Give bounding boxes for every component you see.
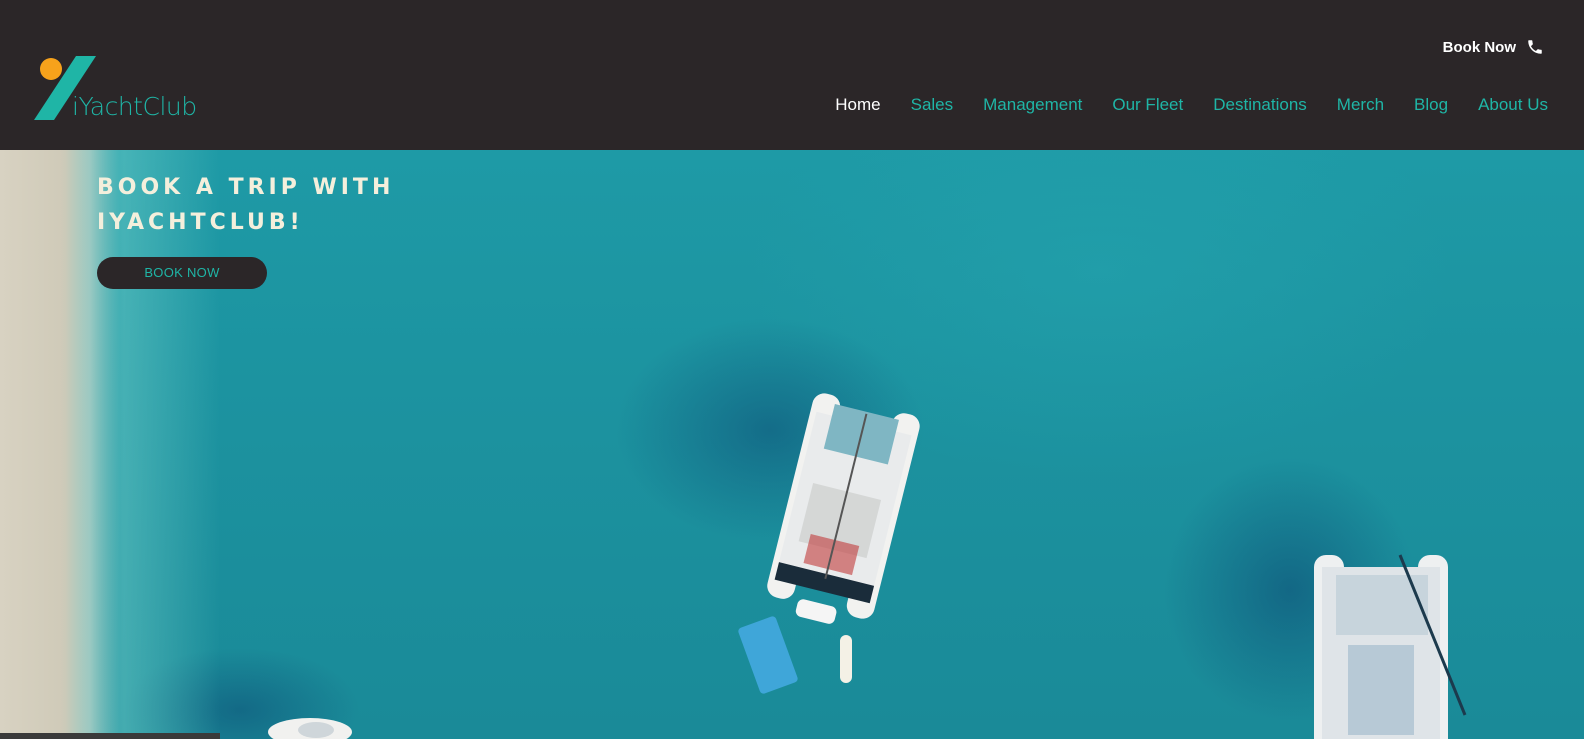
hero-book-now-button[interactable]: BOOK NOW	[97, 257, 267, 289]
nav-item-about-us[interactable]: About Us	[1478, 95, 1548, 115]
logo-text: iYachtClub	[72, 92, 197, 121]
catamaran-right-image	[1314, 554, 1467, 739]
catamaran-image	[738, 393, 920, 694]
video-progress-bar[interactable]	[0, 733, 220, 739]
nav-item-management[interactable]: Management	[983, 95, 1082, 115]
phone-icon	[1528, 40, 1542, 54]
nav-item-home[interactable]: Home	[835, 95, 880, 115]
main-nav: Home Sales Management Our Fleet Destinat…	[835, 93, 1548, 117]
logo-dot-icon	[40, 58, 62, 80]
nav-item-blog[interactable]: Blog	[1414, 95, 1448, 115]
header-book-now-link[interactable]: Book Now	[1443, 36, 1544, 58]
nav-item-destinations[interactable]: Destinations	[1213, 95, 1307, 115]
site-logo[interactable]: iYachtClub	[30, 54, 210, 124]
header-book-now-label: Book Now	[1442, 38, 1516, 56]
hero-section: BOOK A TRIP WITH IYACHTCLUB! BOOK NOW	[0, 150, 1584, 739]
nav-item-our-fleet[interactable]: Our Fleet	[1112, 95, 1183, 115]
small-boat-image	[268, 718, 352, 739]
nav-item-sales[interactable]: Sales	[911, 95, 954, 115]
hero-title: BOOK A TRIP WITH IYACHTCLUB!	[97, 175, 395, 235]
nav-item-merch[interactable]: Merch	[1337, 95, 1384, 115]
site-header: iYachtClub Book Now Home Sales Managemen…	[0, 0, 1584, 150]
